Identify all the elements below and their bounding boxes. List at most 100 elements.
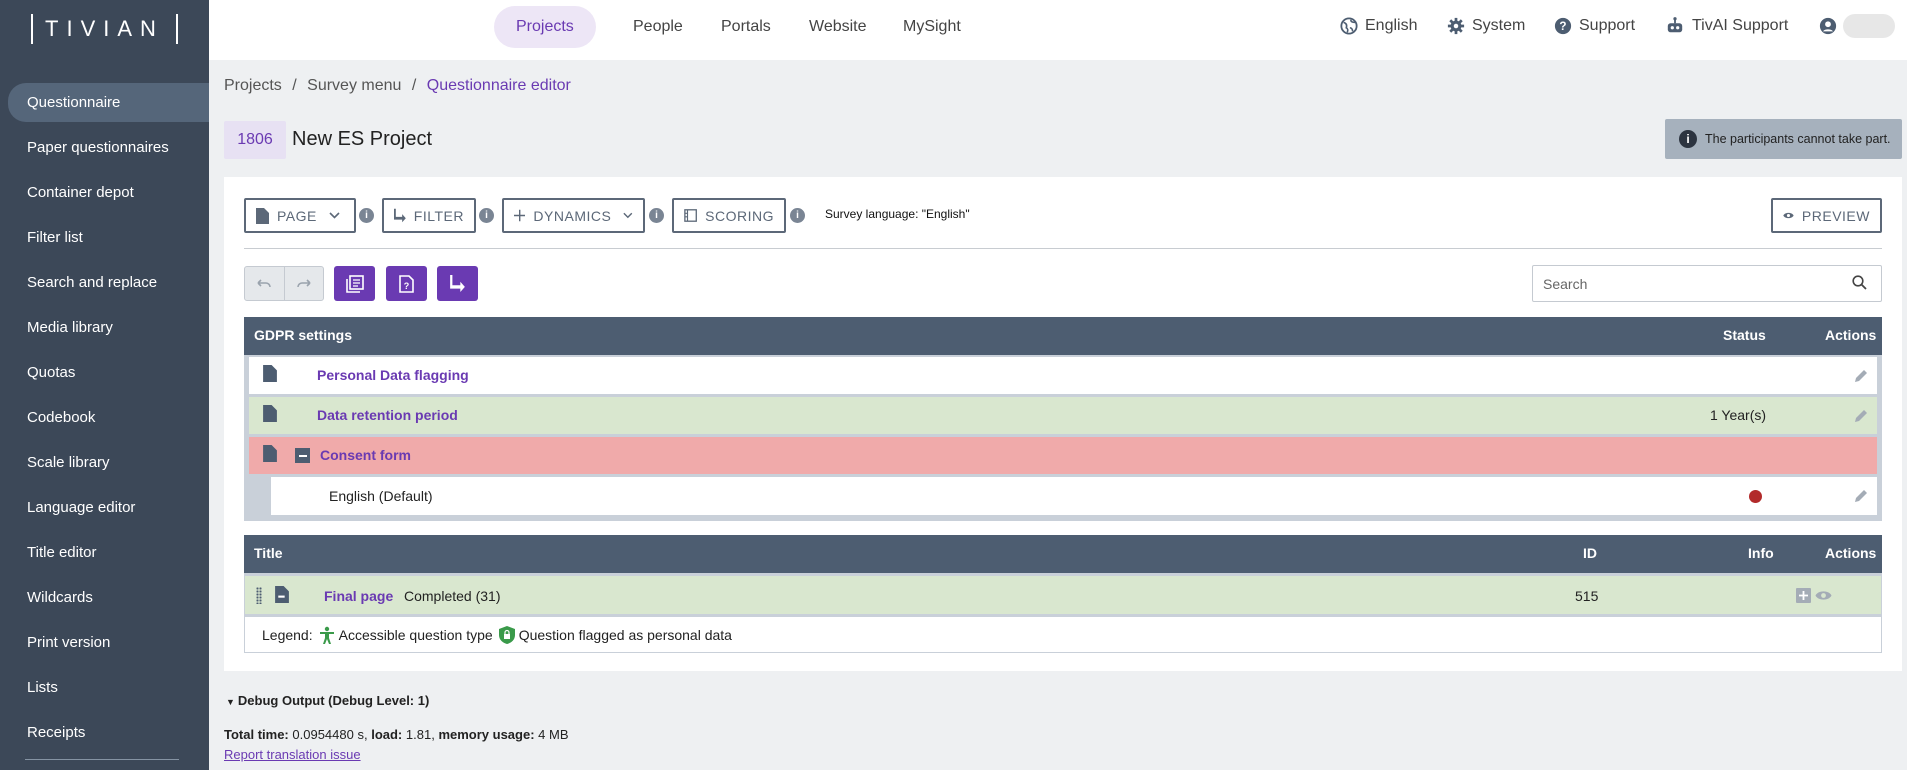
tab-portals[interactable]: Portals: [699, 6, 793, 48]
gdpr-header-status: Status: [1723, 327, 1766, 343]
table-row[interactable]: Personal Data flagging: [249, 357, 1877, 394]
gdpr-row-link[interactable]: Personal Data flagging: [317, 367, 469, 383]
notice-text: The participants cannot take part.: [1705, 132, 1891, 146]
add-question-page-button[interactable]: ?: [386, 266, 427, 301]
scoring-button[interactable]: SCORING: [672, 198, 786, 233]
sidebar-item-search-replace[interactable]: Search and replace: [0, 260, 209, 305]
final-page-link[interactable]: Final page: [324, 588, 393, 604]
edit-pencil-icon[interactable]: [1854, 408, 1869, 423]
table-row[interactable]: Data retention period 1 Year(s): [249, 397, 1877, 434]
legend-flagged: Question flagged as personal data: [518, 626, 732, 643]
search-icon[interactable]: [1852, 275, 1867, 290]
tab-website[interactable]: Website: [787, 6, 889, 48]
document-icon: [263, 445, 277, 462]
sidebar-item-language-editor[interactable]: Language editor: [0, 485, 209, 530]
scoring-icon: [684, 209, 697, 222]
filter-button[interactable]: FILTER: [382, 198, 476, 233]
gdpr-row-link[interactable]: Data retention period: [317, 407, 458, 423]
preview-button[interactable]: PREVIEW: [1771, 198, 1882, 233]
scoring-info-icon[interactable]: i: [790, 208, 805, 223]
tab-mysight[interactable]: MySight: [881, 6, 983, 48]
shield-lock-icon: [498, 625, 515, 644]
user-icon: [1819, 17, 1837, 35]
filter-label: FILTER: [413, 207, 464, 224]
page-info-icon[interactable]: i: [359, 208, 374, 223]
add-filter-button[interactable]: [437, 266, 478, 301]
sidebar-item-receipts[interactable]: Receipts: [0, 710, 209, 755]
gdpr-table-header: GDPR settings Status Actions: [244, 317, 1882, 355]
table-row[interactable]: English (Default): [271, 477, 1877, 515]
edit-pencil-icon[interactable]: [1854, 488, 1869, 503]
system-menu[interactable]: System: [1447, 0, 1525, 52]
filter-info-icon[interactable]: i: [479, 208, 494, 223]
memory-value: 4 MB: [538, 727, 569, 742]
undo-button[interactable]: [245, 267, 285, 300]
tab-projects[interactable]: Projects: [494, 6, 596, 48]
help-icon: ?: [1554, 17, 1572, 35]
sidebar-item-wildcards[interactable]: Wildcards: [0, 575, 209, 620]
page-dropdown-button[interactable]: PAGE: [244, 198, 356, 233]
ai-support-label: TivAI Support: [1692, 17, 1789, 34]
pages-header-title: Title: [254, 545, 283, 561]
sidebar-item-title-editor[interactable]: Title editor: [0, 530, 209, 575]
pages-table-body: Final page Completed (31) 515: [244, 573, 1882, 617]
debug-output-toggle[interactable]: ▼ Debug Output (Debug Level: 1): [226, 693, 429, 708]
gear-icon: [1447, 17, 1465, 35]
eye-icon[interactable]: [1815, 590, 1832, 601]
add-box-icon[interactable]: [1796, 588, 1811, 603]
edit-pencil-icon[interactable]: [1854, 368, 1869, 383]
breadcrumb: Projects / Survey menu / Questionnaire e…: [224, 77, 571, 95]
table-row[interactable]: Consent form: [249, 437, 1877, 474]
report-translation-link[interactable]: Report translation issue: [224, 747, 361, 762]
chevron-down-icon: [329, 212, 340, 219]
chevron-down-icon: [623, 212, 633, 219]
sidebar-item-paper-questionnaires[interactable]: Paper questionnaires: [0, 125, 209, 170]
sidebar-item-print-version[interactable]: Print version: [0, 620, 209, 665]
logo[interactable]: TIVIAN: [0, 0, 209, 58]
sidebar-item-container-depot[interactable]: Container depot: [0, 170, 209, 215]
ai-support-menu[interactable]: TivAI Support: [1665, 0, 1788, 52]
sidebar-item-questionnaire[interactable]: Questionnaire: [8, 83, 209, 122]
sidebar-item-codebook[interactable]: Codebook: [0, 395, 209, 440]
svg-text:?: ?: [1559, 20, 1566, 33]
sidebar-item-media-library[interactable]: Media library: [0, 305, 209, 350]
collapse-icon[interactable]: [295, 448, 310, 463]
legend-accessible: Accessible question type: [338, 626, 493, 643]
redo-button[interactable]: [285, 267, 324, 300]
sidebar-item-quotas[interactable]: Quotas: [0, 350, 209, 395]
gdpr-header-actions: Actions: [1825, 327, 1877, 343]
sidebar-item-scale-library[interactable]: Scale library: [0, 440, 209, 485]
svg-text:?: ?: [404, 281, 410, 291]
breadcrumb-survey-menu[interactable]: Survey menu: [307, 77, 401, 94]
user-menu[interactable]: [1819, 0, 1844, 52]
debug-timing: Total time: 0.0954480 s, load: 1.81, mem…: [224, 727, 569, 742]
search-input[interactable]: [1532, 265, 1882, 302]
drag-handle-icon[interactable]: [256, 587, 262, 604]
sidebar-item-filter-list[interactable]: Filter list: [0, 215, 209, 260]
sidebar-item-lists[interactable]: Lists: [0, 665, 209, 710]
support-menu[interactable]: ? Support: [1554, 0, 1635, 52]
pages-table-header: Title ID Info Actions: [244, 535, 1882, 573]
question-page-icon: ?: [399, 274, 414, 293]
language-menu[interactable]: English: [1340, 0, 1417, 52]
participation-notice: i The participants cannot take part.: [1665, 119, 1902, 159]
legend: Legend: Accessible question type Questio…: [244, 617, 1882, 653]
survey-language: Survey language: "English": [825, 207, 970, 221]
breadcrumb-separator: /: [292, 77, 297, 94]
copy-pages-icon: [345, 274, 364, 293]
final-page-status: Completed (31): [404, 588, 501, 604]
legend-label: Legend:: [262, 626, 313, 643]
filter-arrow-icon: [394, 208, 406, 223]
gdpr-row-link[interactable]: Consent form: [320, 447, 411, 463]
sidebar-nav: Questionnaire Paper questionnaires Conta…: [0, 83, 209, 760]
dynamics-dropdown-button[interactable]: DYNAMICS: [502, 198, 645, 233]
table-row[interactable]: Final page Completed (31) 515: [245, 576, 1881, 614]
breadcrumb-projects[interactable]: Projects: [224, 77, 282, 94]
dynamics-info-icon[interactable]: i: [649, 208, 664, 223]
breadcrumb-questionnaire-editor[interactable]: Questionnaire editor: [427, 77, 571, 94]
tab-people[interactable]: People: [611, 6, 705, 48]
load-value: 1.81,: [405, 727, 435, 742]
accessible-icon: [319, 626, 334, 644]
add-container-button[interactable]: [334, 266, 375, 301]
page-label: PAGE: [277, 207, 317, 224]
